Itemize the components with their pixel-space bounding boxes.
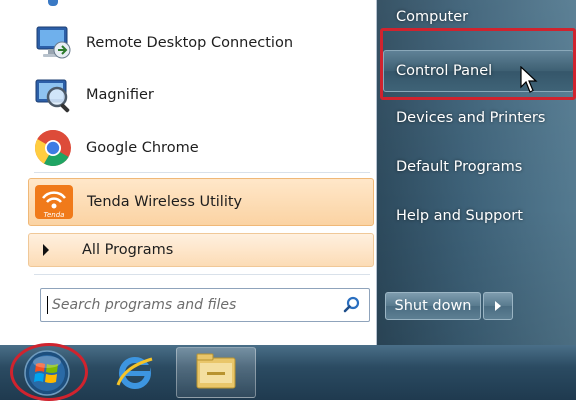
svg-text:Tenda: Tenda (44, 211, 65, 219)
text-caret (47, 296, 48, 314)
highlight-frame-control-panel (380, 28, 576, 100)
shutdown-options-button[interactable] (483, 292, 513, 320)
internet-explorer-icon (116, 357, 153, 389)
program-icon-partial (48, 0, 58, 6)
help-and-support-link[interactable]: Help and Support (396, 208, 523, 224)
search-input[interactable]: Search programs and files (40, 288, 370, 322)
computer-link[interactable]: Computer (396, 9, 468, 25)
separator (34, 172, 370, 173)
taskbar-button-internet-explorer[interactable] (104, 347, 166, 398)
start-menu-programs-panel: Remote Desktop Connection Magnifier Goog (24, 0, 377, 345)
magnifier-icon (32, 74, 74, 116)
search-placeholder: Search programs and files (52, 297, 237, 313)
program-item-google-chrome[interactable]: Google Chrome (28, 125, 372, 171)
remote-desktop-icon (32, 22, 74, 64)
program-label: Remote Desktop Connection (86, 35, 294, 51)
shutdown-button[interactable]: Shut down (385, 292, 481, 320)
program-item-tenda-wireless-utility[interactable]: Tenda Tenda Wireless Utility (28, 178, 374, 226)
mouse-cursor-icon (520, 66, 538, 93)
separator (34, 274, 370, 275)
expand-arrow-icon (43, 244, 49, 256)
program-item-remote-desktop[interactable]: Remote Desktop Connection (28, 20, 372, 66)
program-label: Google Chrome (86, 140, 199, 156)
tenda-icon: Tenda (33, 181, 75, 223)
search-icon[interactable] (343, 296, 361, 318)
default-programs-link[interactable]: Default Programs (396, 159, 522, 175)
highlight-frame-start-button (10, 343, 88, 401)
chrome-icon (32, 127, 74, 169)
program-item-magnifier[interactable]: Magnifier (28, 72, 372, 118)
devices-and-printers-link[interactable]: Devices and Printers (396, 110, 545, 126)
all-programs-label: All Programs (82, 242, 174, 258)
file-explorer-icon (196, 353, 236, 389)
chevron-right-icon (495, 301, 501, 311)
program-label: Tenda Wireless Utility (87, 194, 243, 210)
program-label: Magnifier (86, 87, 154, 103)
all-programs-button[interactable]: All Programs (28, 233, 374, 267)
taskbar-button-file-explorer[interactable] (176, 347, 256, 398)
shutdown-label: Shut down (394, 298, 472, 314)
